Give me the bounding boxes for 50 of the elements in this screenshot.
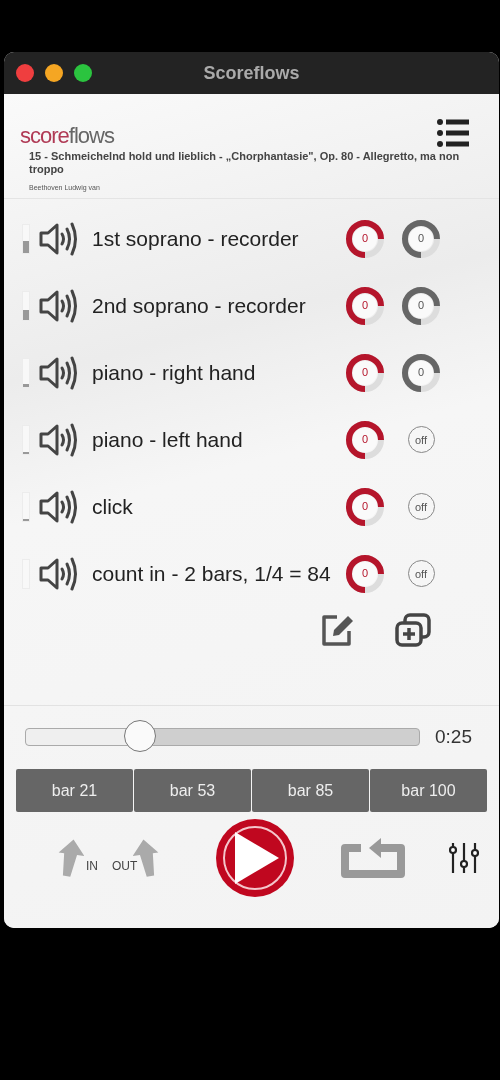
level-meter <box>22 290 30 321</box>
minimize-button[interactable] <box>45 64 63 82</box>
elapsed-time: 0:25 <box>435 726 472 748</box>
loop-icon[interactable] <box>339 838 405 878</box>
in-label: IN <box>86 859 98 873</box>
dial-knob[interactable]: 0 <box>401 352 441 393</box>
duplicate-icon[interactable] <box>395 613 431 647</box>
position-slider[interactable] <box>24 720 421 754</box>
play-button[interactable] <box>215 818 295 898</box>
dial-knob[interactable]: 0 <box>345 553 385 594</box>
level-meter <box>22 491 30 522</box>
out-label: OUT <box>112 859 138 873</box>
bar-button[interactable]: bar 21 <box>16 769 133 812</box>
zoom-button[interactable] <box>74 64 92 82</box>
track-name: piano - left hand <box>92 427 244 452</box>
dial-knob[interactable]: 0 <box>345 285 385 326</box>
dial-knob[interactable]: 0 <box>401 218 441 259</box>
dial-knob[interactable]: 0 <box>401 285 441 326</box>
menu-icon[interactable] <box>437 118 469 148</box>
logo: scoreflows <box>20 124 114 148</box>
track-name: piano - right hand <box>92 360 257 385</box>
track-name: count in - 2 bars, 1/4 = 84 <box>92 561 332 586</box>
off-button[interactable]: off <box>407 560 435 587</box>
piece-title: 15 - Schmeichelnd hold und lieblich - „Chorphantasie", Op. 80 - Allegretto, ma non troppo <box>29 150 461 176</box>
speaker-icon[interactable] <box>38 287 78 324</box>
speaker-icon[interactable] <box>38 488 78 525</box>
track-name: 2nd soprano - recorder <box>92 293 307 318</box>
speaker-icon[interactable] <box>38 421 78 458</box>
dial-knob[interactable]: 0 <box>345 218 385 259</box>
bar-button[interactable]: bar 53 <box>134 769 251 812</box>
track-name: 1st soprano - recorder <box>92 226 300 251</box>
level-meter <box>22 223 30 254</box>
bar-button[interactable]: bar 85 <box>252 769 369 812</box>
mixer-icon[interactable] <box>447 841 481 875</box>
track-name: click <box>92 494 134 519</box>
dial-knob[interactable]: 0 <box>345 419 385 460</box>
edit-icon[interactable] <box>321 613 355 647</box>
speaker-icon[interactable] <box>38 220 78 257</box>
slider-thumb[interactable] <box>123 720 156 752</box>
bar-button[interactable]: bar 100 <box>370 769 487 812</box>
window-title: Scoreflows <box>203 62 300 84</box>
dial-knob[interactable]: 0 <box>345 486 385 527</box>
off-button[interactable]: off <box>407 426 435 453</box>
level-meter <box>22 424 30 455</box>
off-button[interactable]: off <box>407 493 435 520</box>
speaker-icon[interactable] <box>38 555 78 592</box>
speaker-icon[interactable] <box>38 354 78 391</box>
close-button[interactable] <box>16 64 34 82</box>
dial-knob[interactable]: 0 <box>345 352 385 393</box>
level-meter <box>22 357 30 388</box>
